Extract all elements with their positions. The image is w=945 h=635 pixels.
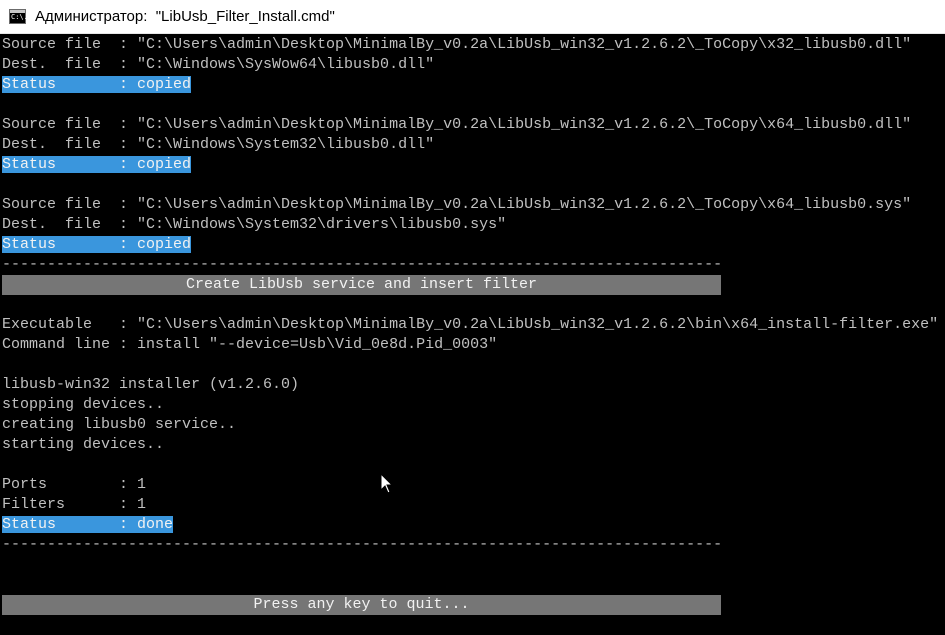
- installer-line: creating libusb0 service..: [2, 416, 237, 433]
- status-highlight: Status : copied: [2, 236, 192, 253]
- status-highlight: Status : done: [2, 516, 174, 533]
- executable-line: Executable : "C:\Users\admin\Desktop\Min…: [2, 316, 939, 333]
- console-output[interactable]: Source file : "C:\Users\admin\Desktop\Mi…: [0, 35, 945, 635]
- separator-line: ----------------------------------------…: [2, 536, 721, 553]
- status-line: Status : copied: [2, 75, 192, 95]
- installer-line: stopping devices..: [2, 396, 165, 413]
- status-line: Status : copied: [2, 235, 192, 255]
- dest-file-line: Dest. file : "C:\Windows\SysWow64\libusb…: [2, 56, 435, 73]
- cmd-icon-glyph: C:\.: [11, 13, 28, 21]
- installer-line: libusb-win32 installer (v1.2.6.0): [2, 376, 300, 393]
- source-file-line: Source file : "C:\Users\admin\Desktop\Mi…: [2, 36, 912, 53]
- separator-line: ----------------------------------------…: [2, 256, 721, 273]
- window-title: Администратор: "LibUsb_Filter_Install.cm…: [35, 8, 335, 25]
- dest-file-line: Dest. file : "C:\Windows\System32\driver…: [2, 216, 507, 233]
- filters-line: Filters : 1: [2, 496, 147, 513]
- mouse-pointer-icon: [380, 473, 394, 494]
- source-file-line: Source file : "C:\Users\admin\Desktop\Mi…: [2, 196, 912, 213]
- status-line: Status : copied: [2, 155, 192, 175]
- section-header-bar: Create LibUsb service and insert filter: [2, 275, 721, 295]
- console-window: C:\. Администратор: "LibUsb_Filter_Insta…: [0, 0, 945, 635]
- command-line: Command line : install "--device=Usb\Vid…: [2, 336, 498, 353]
- final-status-line: Status : done: [2, 515, 174, 535]
- status-highlight: Status : copied: [2, 76, 192, 93]
- source-file-line: Source file : "C:\Users\admin\Desktop\Mi…: [2, 116, 912, 133]
- dest-file-line: Dest. file : "C:\Windows\System32\libusb…: [2, 136, 435, 153]
- press-any-key-bar: Press any key to quit...: [2, 595, 721, 615]
- cmd-console-icon[interactable]: C:\.: [9, 9, 28, 24]
- title-bar[interactable]: C:\. Администратор: "LibUsb_Filter_Insta…: [0, 0, 945, 34]
- ports-line: Ports : 1: [2, 476, 147, 493]
- installer-line: starting devices..: [2, 436, 165, 453]
- status-highlight: Status : copied: [2, 156, 192, 173]
